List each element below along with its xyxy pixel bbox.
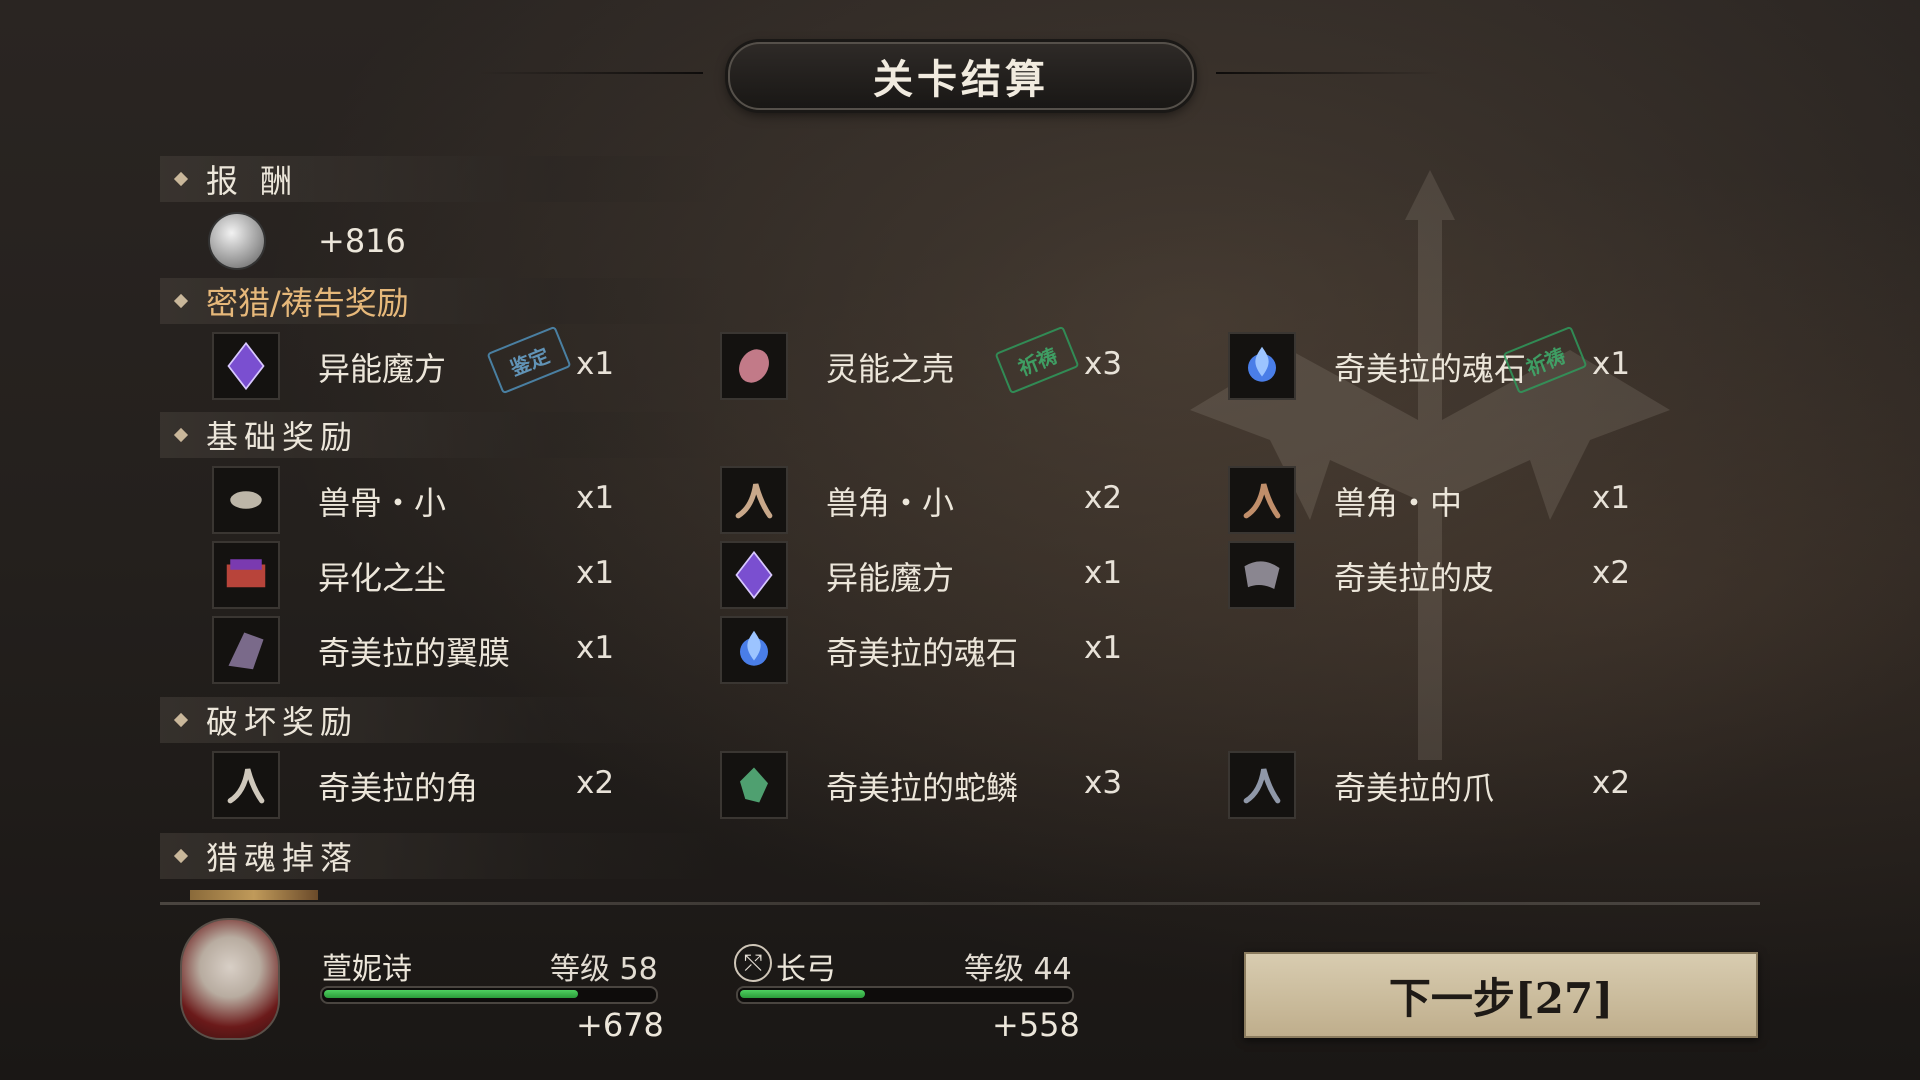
chimera-scale-icon bbox=[720, 751, 788, 819]
section-destruction: 破坏奖励 bbox=[160, 697, 720, 743]
item-quantity: x3 bbox=[1084, 346, 1123, 382]
item-quantity: x1 bbox=[1084, 555, 1123, 591]
reward-item[interactable]: 奇美拉的角 x2 bbox=[186, 751, 666, 819]
section-title: 报 酬 bbox=[206, 162, 299, 200]
diamond-icon bbox=[173, 427, 189, 443]
reward-item[interactable]: 奇美拉的爪 x2 bbox=[1202, 751, 1682, 819]
reward-item[interactable]: 异能魔方 x1 bbox=[694, 541, 1174, 609]
psychic-shell-icon bbox=[720, 332, 788, 400]
purple-crystal-icon bbox=[212, 332, 280, 400]
soul-drop-item-peek bbox=[190, 890, 318, 900]
blue-soul-stone-icon bbox=[1228, 332, 1296, 400]
diamond-icon bbox=[173, 848, 189, 864]
diamond-icon bbox=[173, 293, 189, 309]
item-name: 奇美拉的魂石 bbox=[826, 634, 1019, 672]
small-horn-icon bbox=[720, 466, 788, 534]
section-hunt-prayer: 密猎/祷告奖励 bbox=[160, 278, 720, 324]
reward-item[interactable]: 奇美拉的翼膜 x1 bbox=[186, 616, 666, 684]
reward-item[interactable]: 兽角・小 x2 bbox=[694, 466, 1174, 534]
title-plate: 关卡结算 bbox=[728, 42, 1194, 110]
item-name: 奇美拉的爪 bbox=[1334, 769, 1495, 807]
blue-soul-stone-icon bbox=[720, 616, 788, 684]
item-quantity: x2 bbox=[1592, 555, 1631, 591]
stamp-badge: 鉴定 bbox=[486, 325, 572, 395]
section-reward: 报 酬 bbox=[160, 156, 720, 202]
item-name: 奇美拉的皮 bbox=[1334, 559, 1495, 597]
item-name: 异能魔方 bbox=[826, 559, 955, 597]
reward-item[interactable]: 奇美拉的魂石 x1 bbox=[694, 616, 1174, 684]
item-name: 兽骨・小 bbox=[318, 484, 447, 522]
reward-item[interactable]: 奇美拉的蛇鳞 x3 bbox=[694, 751, 1174, 819]
coin-icon bbox=[210, 214, 264, 268]
stamp-badge: 祈祷 bbox=[1502, 325, 1588, 395]
chimera-claw-icon bbox=[1228, 751, 1296, 819]
item-name: 奇美拉的魂石 bbox=[1334, 350, 1527, 388]
character-avatar bbox=[180, 918, 280, 1040]
reward-item[interactable]: 异能魔方 鉴定 x1 bbox=[186, 325, 666, 400]
item-name: 异化之尘 bbox=[318, 559, 447, 597]
section-title: 密猎/祷告奖励 bbox=[206, 284, 409, 322]
title-bar: 关卡结算 bbox=[0, 38, 1920, 112]
character-exp-bar bbox=[320, 986, 658, 1004]
character-level: 等级 58 bbox=[550, 952, 658, 987]
item-name: 兽角・小 bbox=[826, 484, 955, 522]
mutation-dust-chest-icon bbox=[212, 541, 280, 609]
weapon-exp-bar bbox=[736, 986, 1074, 1004]
purple-crystal-icon bbox=[720, 541, 788, 609]
item-name: 奇美拉的翼膜 bbox=[318, 634, 511, 672]
item-quantity: x2 bbox=[576, 765, 615, 801]
section-title: 基础奖励 bbox=[206, 418, 359, 456]
chimera-wing-icon bbox=[212, 616, 280, 684]
coin-amount: +816 bbox=[318, 222, 406, 260]
weapon-exp-gain: +558 bbox=[992, 1006, 1080, 1044]
item-quantity: x1 bbox=[1592, 346, 1631, 382]
item-quantity: x1 bbox=[576, 630, 615, 666]
stamp-badge: 祈祷 bbox=[994, 325, 1080, 395]
page-title: 关卡结算 bbox=[873, 56, 1049, 103]
character-exp-fill bbox=[324, 990, 579, 998]
item-name: 兽角・中 bbox=[1334, 484, 1463, 522]
reward-item[interactable]: 奇美拉的皮 x2 bbox=[1202, 541, 1682, 609]
weapon-level: 等级 44 bbox=[964, 952, 1072, 987]
item-quantity: x1 bbox=[576, 555, 615, 591]
section-title: 猎魂掉落 bbox=[206, 839, 359, 877]
title-line-left bbox=[478, 72, 703, 74]
weapon-exp-fill bbox=[740, 990, 866, 998]
reward-item[interactable]: 奇美拉的魂石 祈祷 x1 bbox=[1202, 325, 1682, 400]
item-name: 灵能之壳 bbox=[826, 350, 955, 388]
item-name: 异能魔方 bbox=[318, 350, 447, 388]
reward-item[interactable]: 兽骨・小 x1 bbox=[186, 466, 666, 534]
beast-bone-icon bbox=[212, 466, 280, 534]
longbow-icon: ⤲ bbox=[734, 944, 772, 982]
diamond-icon bbox=[173, 171, 189, 187]
item-quantity: x1 bbox=[1084, 630, 1123, 666]
divider bbox=[160, 902, 1760, 905]
character-exp-gain: +678 bbox=[576, 1006, 664, 1044]
item-quantity: x1 bbox=[576, 346, 615, 382]
section-basic: 基础奖励 bbox=[160, 412, 720, 458]
item-quantity: x2 bbox=[1084, 480, 1123, 516]
item-name: 奇美拉的蛇鳞 bbox=[826, 769, 1019, 807]
item-quantity: x2 bbox=[1592, 765, 1631, 801]
reward-item[interactable]: 兽角・中 x1 bbox=[1202, 466, 1682, 534]
title-line-right bbox=[1216, 72, 1441, 74]
next-step-label: 下一步[27] bbox=[1388, 973, 1614, 1023]
next-step-button[interactable]: 下一步[27] bbox=[1244, 952, 1758, 1038]
weapon-name: 长弓 bbox=[776, 952, 836, 987]
character-name: 萱妮诗 bbox=[322, 952, 412, 987]
diamond-icon bbox=[173, 712, 189, 728]
item-name: 奇美拉的角 bbox=[318, 769, 479, 807]
chimera-horn-icon bbox=[212, 751, 280, 819]
section-title: 破坏奖励 bbox=[206, 703, 359, 741]
section-soul-drop: 猎魂掉落 bbox=[160, 833, 720, 879]
reward-item[interactable]: 异化之尘 x1 bbox=[186, 541, 666, 609]
reward-item[interactable]: 灵能之壳 祈祷 x3 bbox=[694, 325, 1174, 400]
medium-horn-icon bbox=[1228, 466, 1296, 534]
item-quantity: x1 bbox=[1592, 480, 1631, 516]
chimera-hide-icon bbox=[1228, 541, 1296, 609]
item-quantity: x3 bbox=[1084, 765, 1123, 801]
item-quantity: x1 bbox=[576, 480, 615, 516]
